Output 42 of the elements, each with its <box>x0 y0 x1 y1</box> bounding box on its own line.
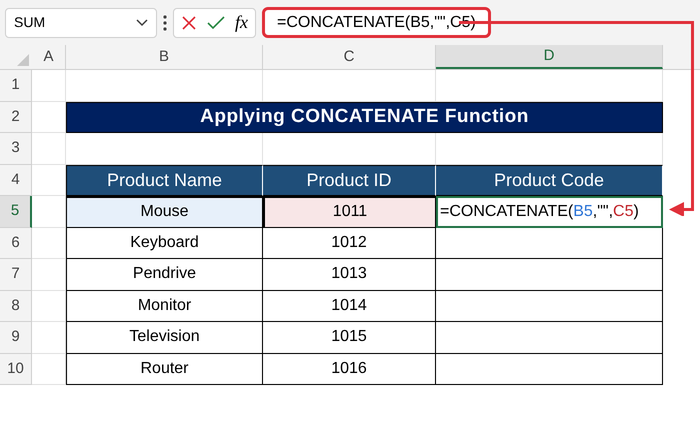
row-header[interactable]: 2 <box>0 102 32 133</box>
row-header[interactable]: 9 <box>0 322 32 354</box>
row-header[interactable]: 10 <box>0 354 32 385</box>
row-header[interactable]: 1 <box>0 70 32 102</box>
column-header[interactable]: B <box>66 45 263 69</box>
table-cell: Television <box>66 322 263 354</box>
row-header[interactable]: 6 <box>0 228 32 259</box>
row-header[interactable]: 7 <box>0 259 32 290</box>
formula-input[interactable]: =CONCATENATE(B5,"",C5) <box>262 7 491 38</box>
table-cell: Pendrive <box>66 259 263 290</box>
table-cell: 1016 <box>263 354 436 385</box>
formula-text: C5 <box>613 202 634 222</box>
check-icon[interactable] <box>207 16 225 30</box>
table-cell: 1013 <box>263 259 436 290</box>
table-cell: 1015 <box>263 322 436 354</box>
row-header[interactable]: 4 <box>0 164 32 196</box>
formula-text: =CONCATENATE( <box>440 202 574 222</box>
column-header[interactable]: A <box>32 45 66 69</box>
table-cell: 1012 <box>263 228 436 259</box>
column-heading: Product ID <box>263 164 436 196</box>
title-banner: Applying CONCATENATE Function <box>66 102 663 133</box>
active-cell[interactable]: =CONCATENATE(B5,"",C5) <box>436 196 663 228</box>
row-header[interactable]: 5 <box>0 196 32 228</box>
name-box[interactable]: SUM <box>5 8 157 38</box>
row-header[interactable]: 8 <box>0 290 32 322</box>
column-heading: Product Name <box>66 164 263 196</box>
table-cell: 1011 <box>263 196 436 228</box>
table-cell: Monitor <box>66 290 263 322</box>
close-icon[interactable] <box>181 14 197 30</box>
formula-text: B5 <box>573 202 593 222</box>
column-header[interactable]: D <box>436 45 663 69</box>
chevron-down-icon <box>136 18 148 26</box>
row-header[interactable]: 3 <box>0 133 32 164</box>
insert-function-button[interactable]: fx <box>235 9 248 36</box>
more-options-icon[interactable] <box>163 14 167 30</box>
table-cell: Mouse <box>66 196 263 228</box>
column-heading: Product Code <box>436 164 663 196</box>
formula-text: ) <box>633 202 639 222</box>
table-cell: 1014 <box>263 290 436 322</box>
table-cell: Keyboard <box>66 228 263 259</box>
formula-text: ,"", <box>592 202 614 222</box>
table-cell: Router <box>66 354 263 385</box>
